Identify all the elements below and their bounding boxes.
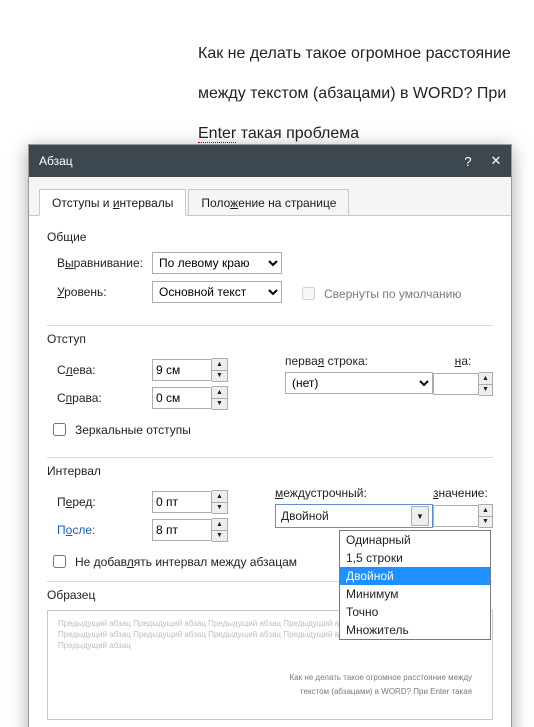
linespacing-select[interactable]: Двойной ▼ — [275, 504, 433, 528]
option-multiple[interactable]: Множитель — [340, 621, 490, 639]
option-exact[interactable]: Точно — [340, 603, 490, 621]
indent-left-input[interactable] — [152, 359, 212, 381]
linespacing-dropdown-list[interactable]: Одинарный 1,5 строки Двойной Минимум Точ… — [339, 530, 491, 640]
indent-left-label: Слева: — [57, 363, 152, 377]
paragraph-dialog: Абзац ? ✕ Отступы и интервалы Положение … — [28, 144, 512, 727]
chevron-down-icon[interactable]: ▼ — [411, 506, 429, 526]
tab-indents[interactable]: Отступы и интервалы — [39, 189, 186, 216]
before-label: Перед: — [57, 495, 152, 509]
level-select[interactable]: Основной текст — [152, 281, 282, 303]
after-spinner[interactable]: ▲▼ — [212, 518, 228, 542]
linespacing-value-input[interactable] — [433, 505, 479, 527]
no-add-interval-label: Не добавлять интервал между абзацам — [75, 555, 297, 569]
alignment-label: Выравнивание: — [57, 256, 152, 270]
indent-left-spinner[interactable]: ▲▼ — [212, 358, 228, 382]
spell-error: Enter — [198, 125, 236, 143]
tabstrip: Отступы и интервалы Положение на страниц… — [29, 177, 511, 216]
indent-right-input[interactable] — [152, 387, 212, 409]
indent-right-label: Справа: — [57, 391, 152, 405]
section-interval: Интервал — [47, 464, 493, 478]
close-icon[interactable]: ✕ — [489, 154, 503, 168]
indent-by-input[interactable] — [433, 373, 479, 395]
before-input[interactable] — [152, 491, 212, 513]
indent-by-label: на: — [433, 354, 493, 368]
section-indent: Отступ — [47, 332, 493, 346]
dialog-title: Абзац — [39, 154, 73, 168]
tab-position[interactable]: Положение на странице — [188, 189, 349, 215]
alignment-select[interactable]: По левому краю — [152, 252, 282, 274]
level-label: Уровень: — [57, 285, 152, 299]
collapsed-label: Свернуты по умолчанию — [324, 287, 461, 301]
linespacing-label: междустрочный: — [275, 486, 433, 500]
after-input[interactable] — [152, 519, 212, 541]
option-single[interactable]: Одинарный — [340, 531, 490, 549]
section-general: Общие — [47, 230, 493, 244]
mirror-indents-checkbox[interactable] — [53, 423, 66, 436]
indent-by-spinner[interactable]: ▲▼ — [479, 372, 493, 396]
firstline-label: первая строка: — [285, 354, 433, 368]
option-minimum[interactable]: Минимум — [340, 585, 490, 603]
collapsed-checkbox — [302, 287, 315, 300]
mirror-indents-label: Зеркальные отступы — [75, 423, 191, 437]
firstline-select[interactable]: (нет) — [285, 372, 433, 394]
before-spinner[interactable]: ▲▼ — [212, 490, 228, 514]
indent-right-spinner[interactable]: ▲▼ — [212, 386, 228, 410]
option-one-half[interactable]: 1,5 строки — [340, 549, 490, 567]
linespacing-value-label: значение: — [433, 486, 493, 500]
titlebar: Абзац ? ✕ — [29, 145, 511, 177]
no-add-interval-checkbox[interactable] — [53, 555, 66, 568]
option-double[interactable]: Двойной — [340, 567, 490, 585]
help-icon[interactable]: ? — [461, 154, 475, 168]
preview-sample-text: Как не делать такое огромное расстояние … — [58, 671, 482, 698]
after-label: После: — [57, 523, 152, 537]
linespacing-value-spinner[interactable]: ▲▼ — [479, 504, 493, 528]
